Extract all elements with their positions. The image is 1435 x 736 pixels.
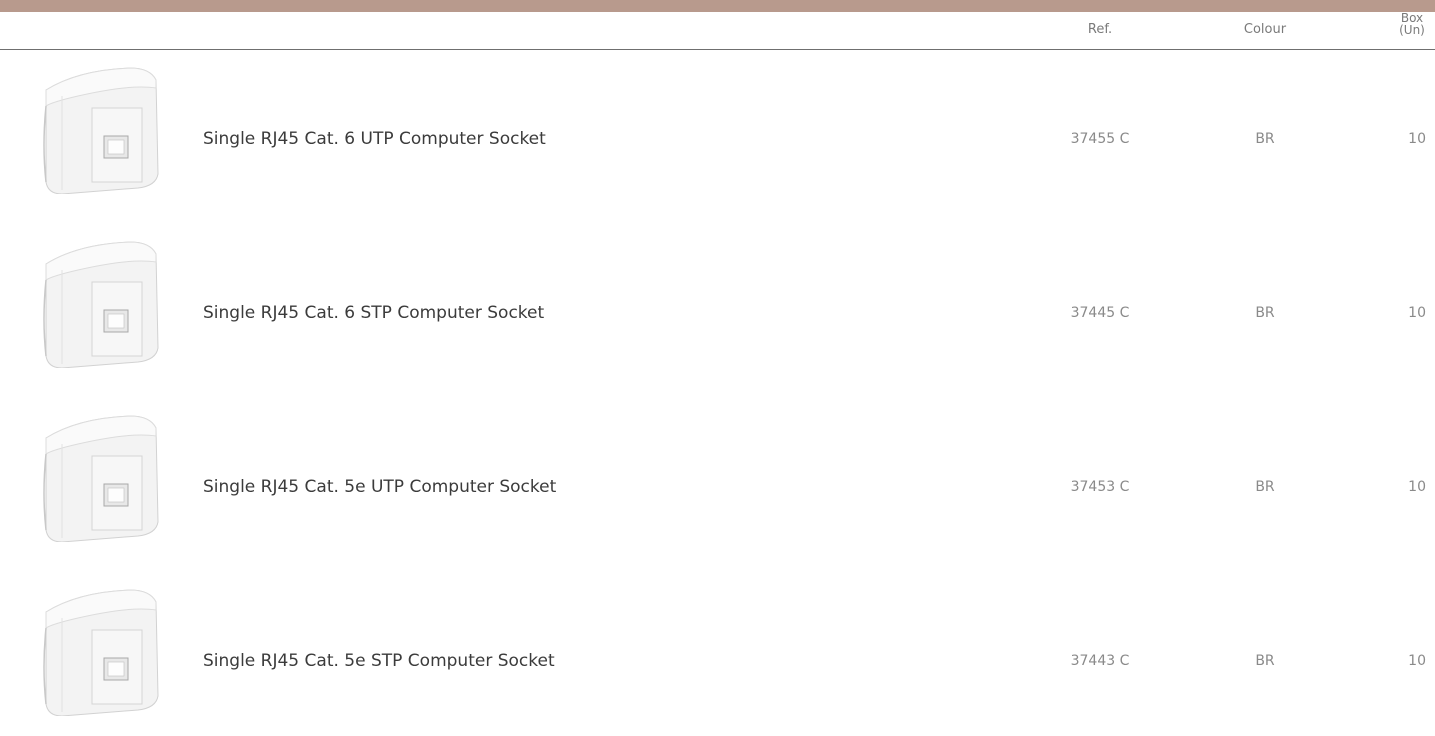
product-colour: BR <box>1255 479 1275 495</box>
rj45-socket-image <box>43 415 159 542</box>
product-ref: 37445 C <box>1070 305 1130 321</box>
product-box-qty: 10 <box>1408 305 1426 321</box>
table-row: Single RJ45 Cat. 5e UTP Computer Socket … <box>0 398 1435 572</box>
product-page: Ref. Colour Box (Un) Single RJ45 Cat. 6 … <box>0 0 1435 736</box>
header-box: Box (Un) <box>1392 12 1432 36</box>
product-ref: 37443 C <box>1070 653 1130 669</box>
product-box-qty: 10 <box>1408 653 1426 669</box>
product-box-qty: 10 <box>1408 479 1426 495</box>
table-row: Single RJ45 Cat. 5e STP Computer Socket … <box>0 572 1435 736</box>
product-colour: BR <box>1255 653 1275 669</box>
product-ref: 37455 C <box>1070 131 1130 147</box>
product-description: Single RJ45 Cat. 6 STP Computer Socket <box>203 303 545 323</box>
rj45-socket-image <box>43 67 159 194</box>
header-colour: Colour <box>1243 22 1287 37</box>
header-box-line2: (Un) <box>1399 23 1425 37</box>
product-list: Single RJ45 Cat. 6 UTP Computer Socket 3… <box>0 50 1435 736</box>
rj45-socket-image <box>43 589 159 716</box>
product-description: Single RJ45 Cat. 5e UTP Computer Socket <box>203 477 557 497</box>
product-colour: BR <box>1255 131 1275 147</box>
product-description: Single RJ45 Cat. 6 UTP Computer Socket <box>203 129 546 149</box>
product-colour: BR <box>1255 305 1275 321</box>
product-ref: 37453 C <box>1070 479 1130 495</box>
table-header: Ref. Colour Box (Un) <box>0 12 1435 50</box>
header-ref: Ref. <box>1087 22 1113 37</box>
product-description: Single RJ45 Cat. 5e STP Computer Socket <box>203 651 555 671</box>
rj45-socket-image <box>43 241 159 368</box>
table-row: Single RJ45 Cat. 6 STP Computer Socket 3… <box>0 224 1435 398</box>
table-row: Single RJ45 Cat. 6 UTP Computer Socket 3… <box>0 50 1435 224</box>
top-accent-band <box>0 0 1435 12</box>
product-box-qty: 10 <box>1408 131 1426 147</box>
